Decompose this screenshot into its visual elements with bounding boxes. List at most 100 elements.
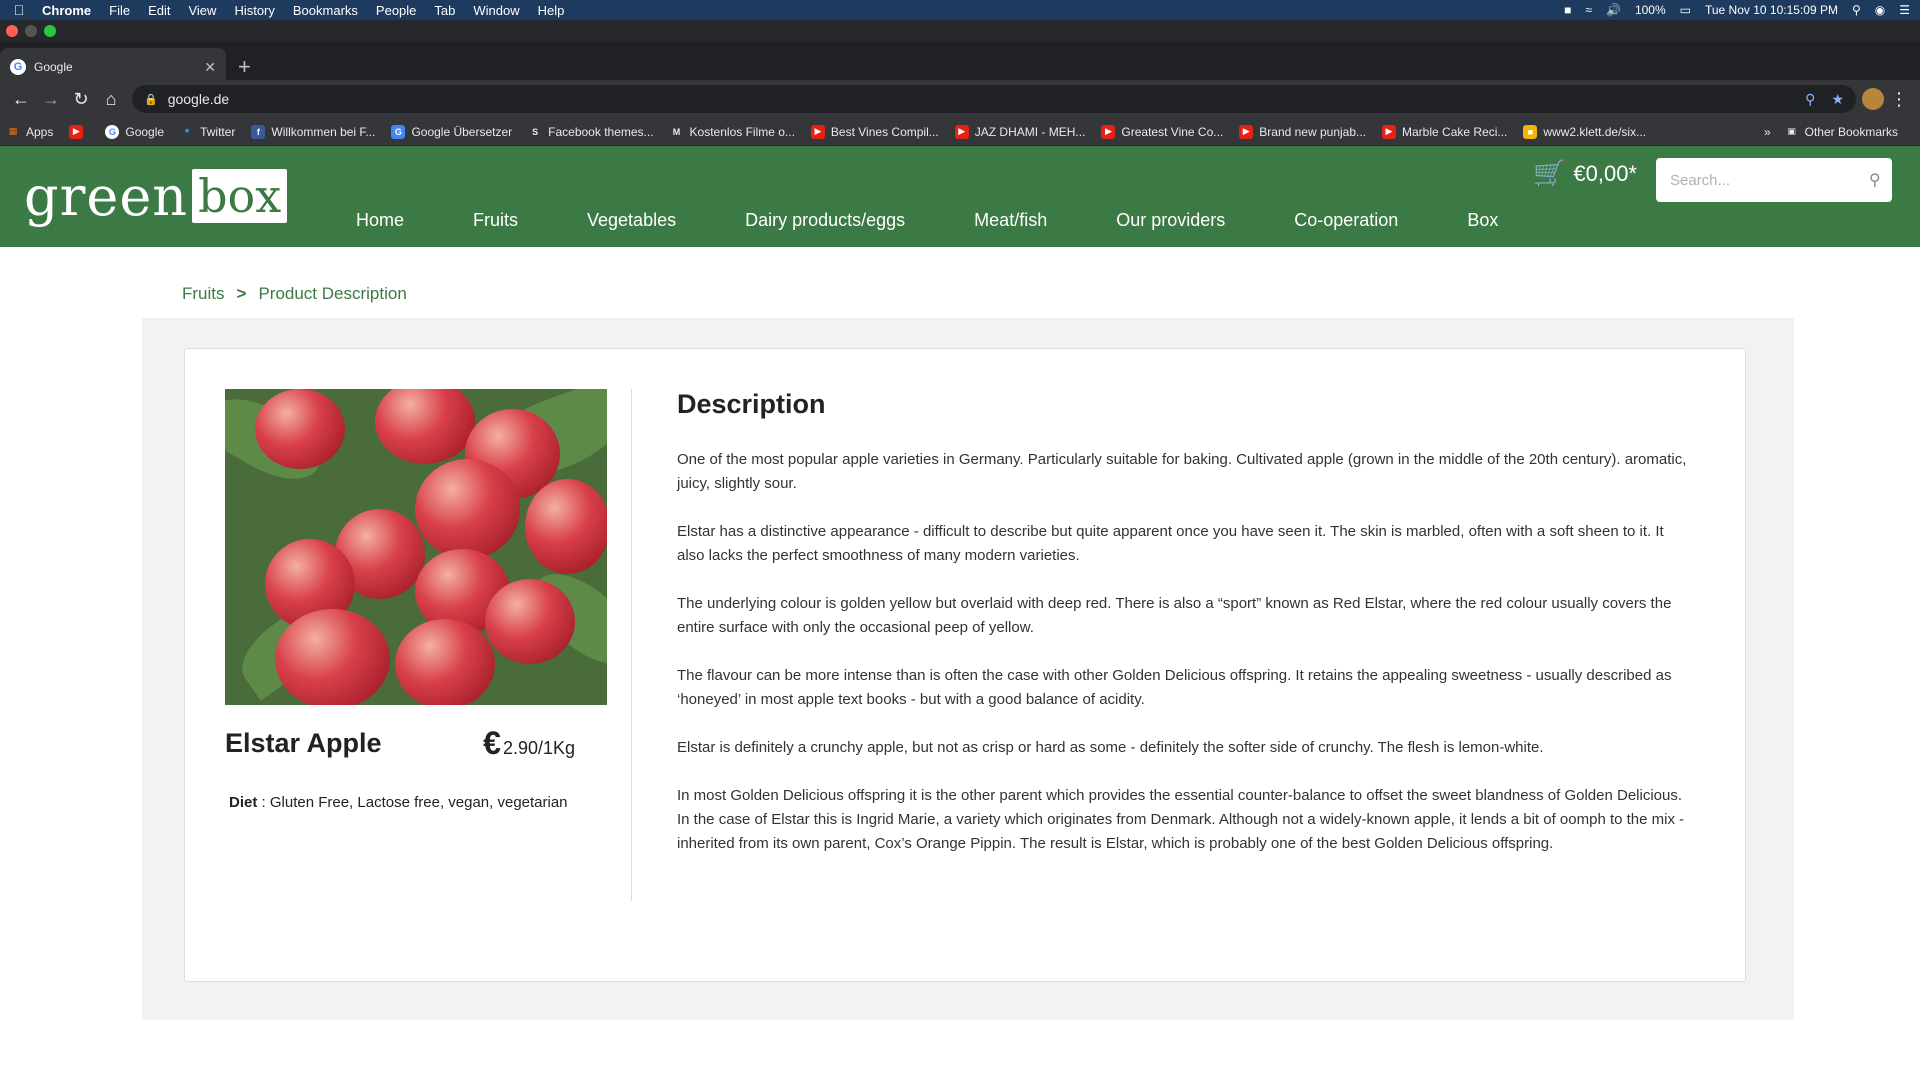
bookmark-vines[interactable]: ▶ Best Vines Compil... xyxy=(810,124,939,139)
menu-tab[interactable]: Tab xyxy=(434,3,455,18)
siri-icon[interactable]: ◉ xyxy=(1875,3,1885,17)
clock[interactable]: Tue Nov 10 10:15:09 PM xyxy=(1705,3,1838,17)
product-price: € 2.90/1Kg xyxy=(483,725,575,762)
apple-menu-icon[interactable]:  xyxy=(10,2,28,18)
bookmark-label: Facebook themes... xyxy=(548,124,654,139)
app-menu: Chrome File Edit View History Bookmarks … xyxy=(42,3,564,18)
bookmark-marble-cake[interactable]: ▶ Marble Cake Reci... xyxy=(1382,124,1507,139)
location-icon[interactable]: ⚲ xyxy=(1805,91,1815,108)
diet-value: : Gluten Free, Lactose free, vegan, vege… xyxy=(261,794,568,811)
product-card: Elstar Apple € 2.90/1Kg Diet : Gluten Fr… xyxy=(184,348,1746,982)
nav-home[interactable]: Home xyxy=(356,210,404,231)
lock-icon[interactable]: 🔒 xyxy=(144,93,158,106)
menu-history[interactable]: History xyxy=(234,3,274,18)
nav-dairy[interactable]: Dairy products/eggs xyxy=(745,210,905,231)
close-tab-icon[interactable]: ✕ xyxy=(204,59,216,76)
bookmark-facebook-themes[interactable]: S Facebook themes... xyxy=(528,125,653,139)
search-box[interactable]: ⚲ xyxy=(1656,158,1892,202)
nav-co-operation[interactable]: Co-operation xyxy=(1294,210,1398,231)
column-divider xyxy=(631,389,632,901)
breadcrumb-current[interactable]: Product Description xyxy=(258,284,406,304)
logo-green-text: green xyxy=(24,164,189,228)
cart-total[interactable]: €0,00* xyxy=(1573,161,1637,187)
description-paragraph: The flavour can be more intense than is … xyxy=(677,667,1672,708)
new-tab-button[interactable]: + xyxy=(238,54,251,80)
search-icon[interactable]: ⚲ xyxy=(1869,170,1881,190)
nav-box[interactable]: Box xyxy=(1467,210,1498,231)
product-title-row: Elstar Apple € 2.90/1Kg xyxy=(225,725,575,762)
menu-edit[interactable]: Edit xyxy=(148,3,170,18)
bookmark-facebook[interactable]: f Willkommen bei F... xyxy=(251,124,375,139)
nav-providers[interactable]: Our providers xyxy=(1116,210,1225,231)
bookmark-label: Apps xyxy=(26,124,54,139)
bookmark-label: Other Bookmarks xyxy=(1804,124,1898,139)
bookmark-label: Google Übersetzer xyxy=(411,124,513,139)
bookmarks-bar: ▦ Apps ▶ G Google ✦ Twitter f Willkommen bei… xyxy=(0,118,1920,146)
url-text[interactable]: google.de xyxy=(168,91,230,107)
search-input[interactable] xyxy=(1670,171,1869,189)
nav-meat-fish[interactable]: Meat/fish xyxy=(974,210,1047,231)
nav-fruits[interactable]: Fruits xyxy=(473,210,518,231)
bookmark-label: Google xyxy=(125,124,165,139)
bookmark-punjabi[interactable]: ▶ Brand new punjab... xyxy=(1239,124,1367,139)
menu-window[interactable]: Window xyxy=(473,3,519,18)
youtube-icon: ▶ xyxy=(1382,124,1397,139)
translate-icon: G xyxy=(391,124,406,139)
macos-menu-bar:  Chrome File Edit View History Bookmark… xyxy=(0,0,1920,20)
bookmarks-overflow-button[interactable]: » xyxy=(1764,125,1771,139)
cart-icon[interactable]: 🛒 xyxy=(1533,158,1565,189)
description-paragraph: In most Golden Delicious offspring it is… xyxy=(677,787,1685,852)
omnibox-actions: ⚲ ★ xyxy=(1805,91,1844,108)
cart[interactable]: 🛒 €0,00* xyxy=(1533,158,1637,189)
minimize-window-button[interactable] xyxy=(25,25,37,37)
close-window-button[interactable] xyxy=(6,25,18,37)
volume-icon[interactable]: 🔊 xyxy=(1606,3,1621,17)
diet-label: Diet xyxy=(229,794,258,811)
menu-people[interactable]: People xyxy=(376,3,416,18)
menu-view[interactable]: View xyxy=(188,3,216,18)
bookmark-filme[interactable]: M Kostenlos Filme o... xyxy=(670,125,795,139)
menu-chrome[interactable]: Chrome xyxy=(42,3,91,18)
klett-icon: ■ xyxy=(1523,124,1538,139)
bookmark-klett[interactable]: ■ www2.klett.de/six... xyxy=(1523,124,1646,139)
bookmark-label: Brand new punjab... xyxy=(1259,124,1367,139)
spotlight-icon[interactable]: ⚲ xyxy=(1852,3,1861,17)
chrome-menu-icon[interactable]: ⋮ xyxy=(1884,84,1914,114)
other-bookmarks[interactable]: ▣ Other Bookmarks xyxy=(1785,125,1898,139)
site-header: green box Home Fruits Vegetables Dairy p… xyxy=(0,146,1920,247)
back-button[interactable]: ← xyxy=(6,84,36,114)
bookmark-jaz[interactable]: ▶ JAZ DHAMI - MEH... xyxy=(954,124,1085,139)
control-center-icon[interactable]: ☰ xyxy=(1899,3,1910,17)
nav-vegetables[interactable]: Vegetables xyxy=(587,210,676,231)
profile-avatar[interactable] xyxy=(1862,88,1884,110)
youtube-icon: ▶ xyxy=(954,124,969,139)
youtube-icon: ▶ xyxy=(69,124,84,139)
menu-file[interactable]: File xyxy=(109,3,130,18)
toolbar: ← → ↻ ⌂ 🔒 google.de ⚲ ★ ⋮ xyxy=(0,80,1920,118)
bookmark-google[interactable]: G Google xyxy=(105,124,165,139)
greenbox-logo[interactable]: green box xyxy=(24,156,288,236)
google-icon: G xyxy=(105,124,120,139)
bookmark-translate[interactable]: G Google Übersetzer xyxy=(391,124,513,139)
maximize-window-button[interactable] xyxy=(44,25,56,37)
bookmark-youtube[interactable]: ▶ xyxy=(69,124,89,139)
menu-help[interactable]: Help xyxy=(538,3,565,18)
breadcrumb-fruits[interactable]: Fruits xyxy=(182,284,225,304)
battery-percent[interactable]: 100% xyxy=(1635,3,1666,17)
forward-button[interactable]: → xyxy=(36,84,66,114)
diet-info: Diet : Gluten Free, Lactose free, vegan,… xyxy=(225,794,615,811)
apps-grid-icon: ▦ xyxy=(8,126,18,136)
address-bar[interactable]: 🔒 google.de ⚲ ★ xyxy=(132,85,1856,113)
bookmark-greatest-vine[interactable]: ▶ Greatest Vine Co... xyxy=(1101,124,1223,139)
description-section: Description One of the most popular appl… xyxy=(677,389,1687,880)
menu-bookmarks[interactable]: Bookmarks xyxy=(293,3,358,18)
home-button[interactable]: ⌂ xyxy=(96,84,126,114)
tab-title: Google xyxy=(34,60,73,74)
bookmark-apps[interactable]: ▦ Apps xyxy=(6,124,54,139)
wifi-icon[interactable]: ≈ xyxy=(1585,3,1592,17)
bookmark-twitter[interactable]: ✦ Twitter xyxy=(180,125,235,139)
notification-icon[interactable]: ■ xyxy=(1564,3,1571,17)
bookmark-star-icon[interactable]: ★ xyxy=(1831,91,1844,108)
facebook-icon: f xyxy=(251,124,266,139)
reload-button[interactable]: ↻ xyxy=(66,84,96,114)
